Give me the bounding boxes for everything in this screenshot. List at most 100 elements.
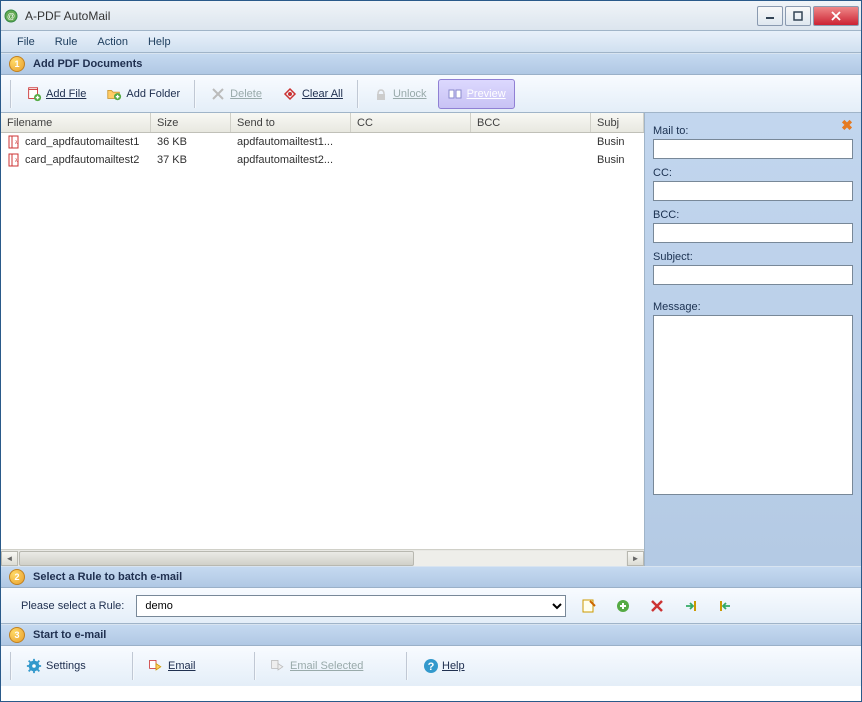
email-label: Email [168,660,196,672]
help-button[interactable]: ? Help [413,651,513,681]
preview-button[interactable]: Preview [438,79,515,109]
message-textarea[interactable] [653,315,853,495]
pdf-plus-icon [26,86,42,102]
close-panel-button[interactable]: ✖ [839,117,855,133]
pdf-icon: λ [7,135,21,149]
add-folder-label: Add Folder [126,88,180,100]
cell-subj: Busin [591,136,644,148]
menu-file[interactable]: File [7,34,45,50]
help-label: Help [442,660,465,672]
minimize-button[interactable] [757,6,783,26]
unlock-label: Unlock [393,88,427,100]
section-title-3: Start to e-mail [33,629,106,641]
email-selected-icon [270,658,286,674]
section-1-header: 1 Add PDF Documents [1,53,861,75]
add-file-label: Add File [46,88,86,100]
subject-input[interactable] [653,265,853,285]
menu-help[interactable]: Help [138,34,181,50]
clear-all-icon [282,86,298,102]
cell-sendto: apdfautomailtest1... [231,136,351,148]
menubar: File Rule Action Help [1,31,861,53]
col-size[interactable]: Size [151,113,231,132]
cc-label: CC: [653,167,853,179]
app-icon: @ [3,8,19,24]
cell-sendto: apdfautomailtest2... [231,154,351,166]
table-row[interactable]: λ card_apdfautomailtest2 37 KB apdfautom… [1,151,644,169]
email-selected-button[interactable]: Email Selected [261,651,401,681]
lock-icon [373,86,389,102]
section-title-1: Add PDF Documents [33,58,142,70]
close-button[interactable] [813,6,859,26]
svg-text:?: ? [428,661,435,673]
mailto-input[interactable] [653,139,853,159]
clear-all-label: Clear All [302,88,343,100]
preview-icon [447,86,463,102]
cc-input[interactable] [653,181,853,201]
section-num-3: 3 [9,627,25,643]
settings-button[interactable]: Settings [17,651,127,681]
main-area: Filename Size Send to CC BCC Subj λ card… [1,113,861,566]
rule-select[interactable]: demo [136,595,566,617]
bcc-label: BCC: [653,209,853,221]
col-filename[interactable]: Filename [1,113,151,132]
export-rule-button[interactable] [714,595,736,617]
horizontal-scrollbar[interactable]: ◄ ► [1,549,644,566]
email-icon [148,658,164,674]
col-subj[interactable]: Subj [591,113,644,132]
help-icon: ? [422,658,438,674]
titlebar[interactable]: @ A-PDF AutoMail [1,1,861,31]
section-title-2: Select a Rule to batch e-mail [33,571,182,583]
cell-size: 36 KB [151,136,231,148]
toolbar: Add File Add Folder Delete Clear All Unl… [1,75,861,113]
scroll-right-arrow[interactable]: ► [627,551,644,566]
delete-button[interactable]: Delete [201,79,271,109]
section-num-2: 2 [9,569,25,585]
menu-action[interactable]: Action [87,34,138,50]
settings-label: Settings [46,660,86,672]
maximize-button[interactable] [785,6,811,26]
section-3-header: 3 Start to e-mail [1,624,861,646]
gear-icon [26,658,42,674]
mailto-label: Mail to: [653,125,853,137]
delete-label: Delete [230,88,262,100]
delete-rule-button[interactable] [646,595,668,617]
scroll-left-arrow[interactable]: ◄ [1,551,18,566]
email-button[interactable]: Email [139,651,249,681]
bcc-input[interactable] [653,223,853,243]
add-file-button[interactable]: Add File [17,79,95,109]
svg-text:@: @ [7,12,15,21]
add-folder-button[interactable]: Add Folder [97,79,189,109]
menu-rule[interactable]: Rule [45,34,88,50]
bottom-toolbar: Settings Email Email Selected ? Help [1,646,861,686]
scroll-thumb[interactable] [19,551,414,566]
scroll-track[interactable] [19,551,626,566]
subject-label: Subject: [653,251,853,263]
col-cc[interactable]: CC [351,113,471,132]
clear-all-button[interactable]: Clear All [273,79,352,109]
main-window: @ A-PDF AutoMail File Rule Action Help 1… [0,0,862,702]
message-label: Message: [653,301,853,313]
section-2-header: 2 Select a Rule to batch e-mail [1,566,861,588]
add-rule-button[interactable] [612,595,634,617]
import-rule-button[interactable] [680,595,702,617]
table-header: Filename Size Send to CC BCC Subj [1,113,644,133]
pdf-icon: λ [7,153,21,167]
rule-label: Please select a Rule: [21,600,124,612]
table-row[interactable]: λ card_apdfautomailtest1 36 KB apdfautom… [1,133,644,151]
rule-row: Please select a Rule: demo [1,588,861,624]
email-selected-label: Email Selected [290,660,363,672]
delete-icon [210,86,226,102]
preview-panel: ✖ Mail to: CC: BCC: Subject: Message: [645,113,861,566]
edit-rule-button[interactable] [578,595,600,617]
cell-size: 37 KB [151,154,231,166]
cell-filename: λ card_apdfautomailtest1 [1,135,151,149]
folder-plus-icon [106,86,122,102]
section-num-1: 1 [9,56,25,72]
col-bcc[interactable]: BCC [471,113,591,132]
file-list-panel: Filename Size Send to CC BCC Subj λ card… [1,113,645,566]
table-body[interactable]: λ card_apdfautomailtest1 36 KB apdfautom… [1,133,644,549]
preview-label: Preview [467,88,506,100]
col-sendto[interactable]: Send to [231,113,351,132]
window-title: A-PDF AutoMail [25,9,757,23]
unlock-button[interactable]: Unlock [364,79,436,109]
